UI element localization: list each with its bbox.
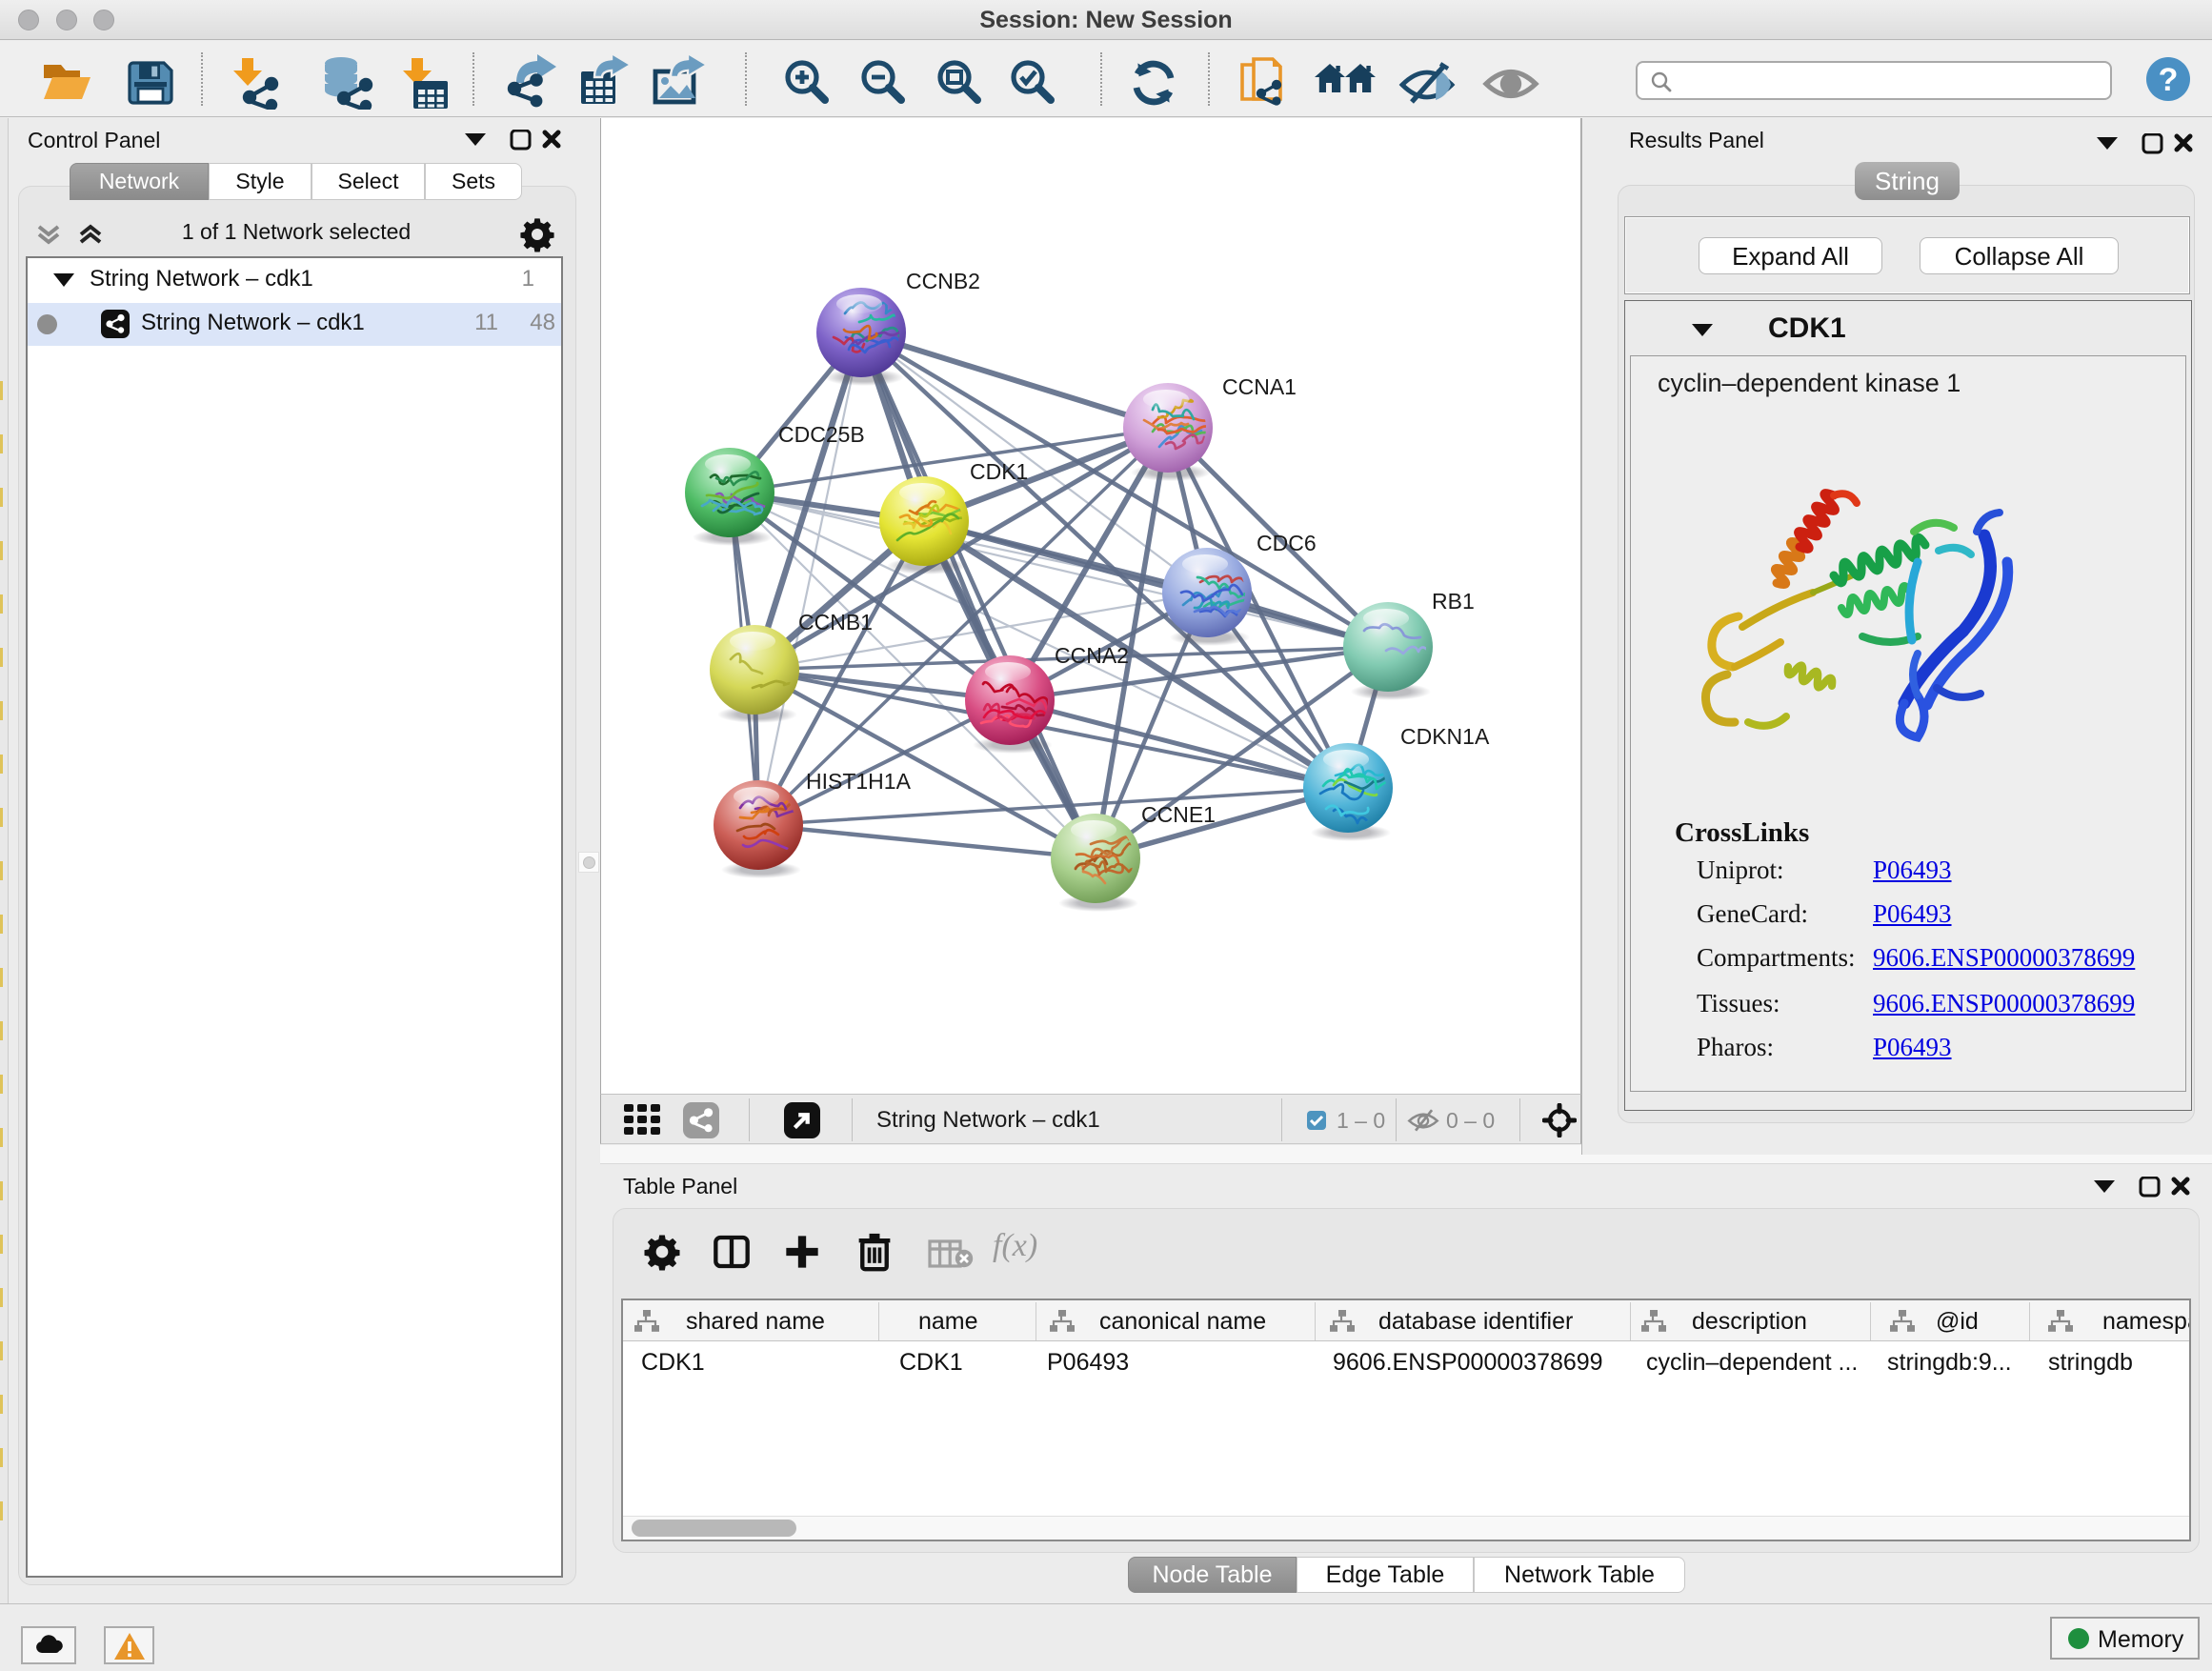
svg-text:RB1: RB1 xyxy=(1432,589,1475,614)
svg-text:CDK1: CDK1 xyxy=(970,459,1028,484)
svg-text:CDKN1A: CDKN1A xyxy=(1400,724,1490,749)
svg-text:CCNA2: CCNA2 xyxy=(1055,643,1129,668)
svg-text:HIST1H1A: HIST1H1A xyxy=(806,769,912,794)
svg-text:CCNB2: CCNB2 xyxy=(906,269,980,293)
svg-text:CCNB1: CCNB1 xyxy=(798,610,873,634)
svg-text:CCNE1: CCNE1 xyxy=(1141,802,1216,827)
svg-text:CDC6: CDC6 xyxy=(1257,531,1317,555)
svg-text:?: ? xyxy=(2159,62,2179,98)
svg-text:CCNA1: CCNA1 xyxy=(1222,374,1297,399)
svg-text:CDC25B: CDC25B xyxy=(778,422,865,447)
